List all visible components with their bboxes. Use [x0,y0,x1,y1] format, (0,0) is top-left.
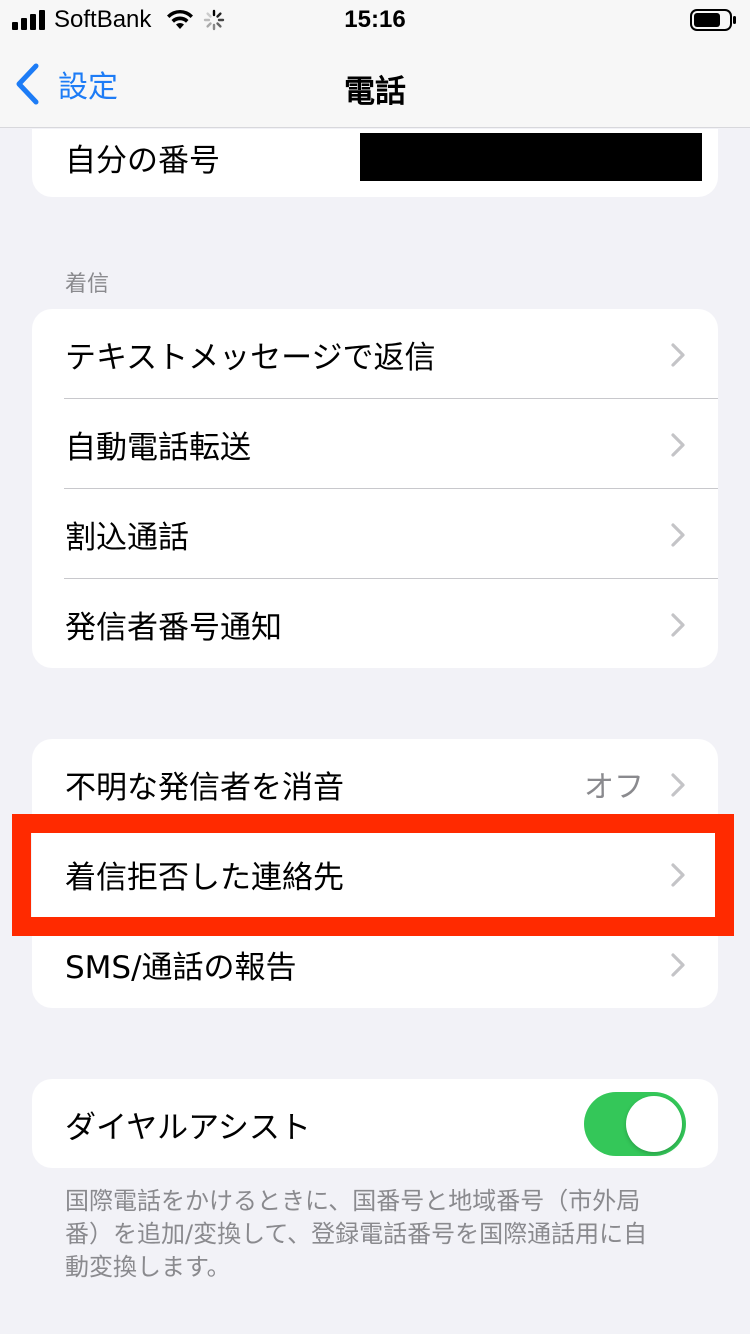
footer-line: 番）を追加/変換して、登録電話番号を国際通話用に自 [65,1220,648,1248]
row-blocked-contacts[interactable]: 着信拒否した連絡先 [32,829,718,919]
row-call-waiting[interactable]: 割込通話 [32,489,718,579]
battery-icon [690,9,736,31]
my-number-group: 自分の番号 [32,129,718,197]
my-number-row: 自分の番号 [32,129,718,185]
row-label: 発信者番号通知 [65,609,282,646]
row-label: 自動電話転送 [65,429,251,466]
row-label: 割込通話 [65,519,189,556]
navigation-bar: 設定 電話 [0,40,750,128]
chevron-right-icon [671,773,685,797]
my-number-label: 自分の番号 [65,143,220,179]
status-time: 15:16 [344,6,406,33]
footer-line: 動変換します。 [65,1253,231,1281]
chevron-right-icon [671,613,685,637]
chevron-right-icon [671,953,685,977]
dial-assist-toggle[interactable] [584,1092,686,1156]
row-dial-assist: ダイヤルアシスト [32,1079,718,1168]
chevron-right-icon [671,433,685,457]
row-sms-call-reporting[interactable]: SMS/通話の報告 [32,919,718,1008]
chevron-right-icon [671,863,685,887]
row-caller-id[interactable]: 発信者番号通知 [32,579,718,668]
row-call-forwarding[interactable]: 自動電話転送 [32,399,718,489]
row-text-reply[interactable]: テキストメッセージで返信 [32,309,718,399]
row-label: SMS/通話の報告 [65,949,297,986]
chevron-right-icon [671,343,685,367]
row-label: テキストメッセージで返信 [65,339,436,376]
status-bar: SoftBank 15:16 [0,0,750,40]
row-label: 不明な発信者を消音 [65,769,344,806]
row-value: オフ [584,770,644,805]
page-title: 電話 [344,74,406,110]
incoming-settings-group: テキストメッセージで返信 自動電話転送 割込通話 発信者番号通知 [32,309,718,668]
call-blocking-group: 不明な発信者を消音 オフ 着信拒否した連絡先 SMS/通話の報告 [32,739,718,1008]
chevron-right-icon [671,523,685,547]
dial-assist-group: ダイヤルアシスト [32,1079,718,1168]
footer-line: 国際電話をかけるときに、国番号と地域番号（市外局 [65,1187,641,1215]
redacted-phone-number [360,133,702,181]
toggle-knob [626,1096,682,1152]
section-header-incoming: 着信 [65,272,110,297]
row-silence-unknown-callers[interactable]: 不明な発信者を消音 オフ [32,739,718,829]
row-label: ダイヤルアシスト [65,1109,311,1146]
dial-assist-footer: 国際電話をかけるときに、国番号と地域番号（市外局 番）を追加/変換して、登録電話… [65,1185,685,1284]
row-label: 着信拒否した連絡先 [65,859,344,896]
